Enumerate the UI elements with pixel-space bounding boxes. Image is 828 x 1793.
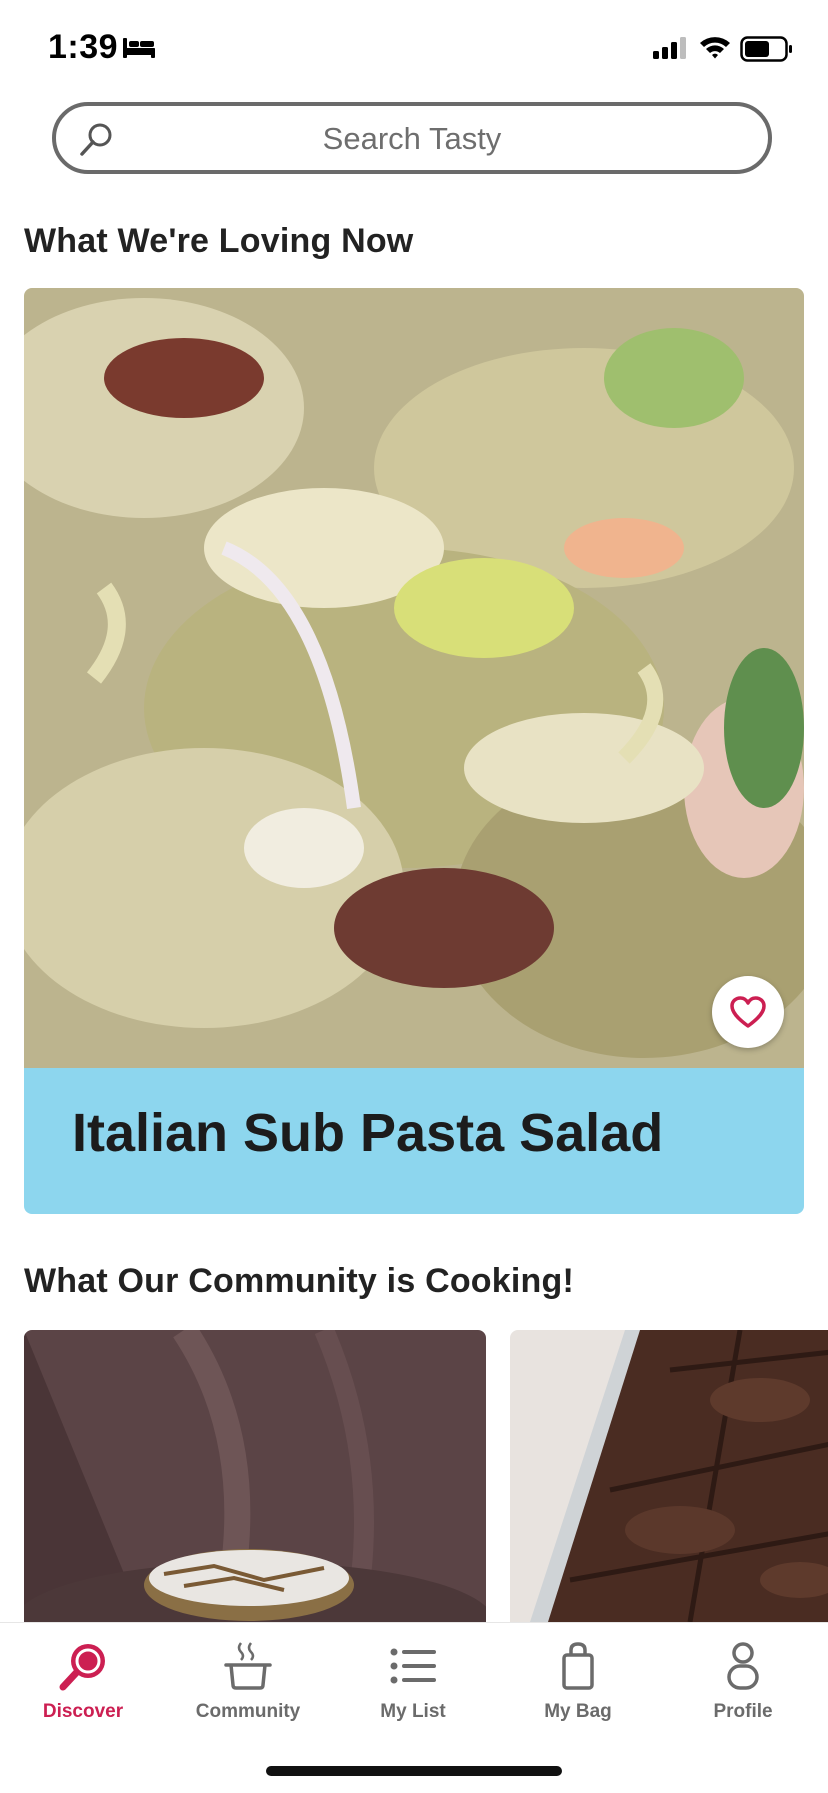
tab-label: Discover — [42, 1701, 124, 1722]
tab-profile[interactable]: Profile — [668, 1641, 818, 1723]
featured-section-title: What We're Loving Now — [24, 222, 414, 260]
profile-icon — [727, 1642, 759, 1690]
community-carousel[interactable] — [0, 1330, 828, 1622]
featured-recipe-card[interactable]: Italian Sub Pasta Salad — [24, 288, 804, 1214]
featured-recipe-banner: Italian Sub Pasta Salad — [24, 1068, 804, 1214]
tab-label: Community — [195, 1701, 301, 1722]
search-bar[interactable] — [52, 102, 772, 174]
tab-community[interactable]: Community — [173, 1641, 323, 1723]
list-icon — [390, 1648, 436, 1684]
community-section-title: What Our Community is Cooking! — [24, 1262, 574, 1300]
status-time: 1:39 — [48, 28, 119, 66]
heart-icon — [730, 996, 766, 1028]
community-recipe-card[interactable] — [510, 1330, 828, 1622]
bed-icon — [123, 38, 155, 58]
status-bar: 1:39 — [0, 0, 828, 100]
dessert-on-plate-photo — [24, 1330, 486, 1622]
bag-icon — [562, 1642, 594, 1690]
tab-my-list[interactable]: My List — [338, 1641, 488, 1723]
featured-recipe-title: Italian Sub Pasta Salad — [72, 1103, 664, 1163]
discover-icon — [59, 1644, 105, 1691]
signal-icon — [653, 37, 686, 59]
featured-recipe-image — [24, 288, 804, 1068]
wifi-icon — [700, 37, 730, 59]
battery-icon — [740, 36, 792, 62]
tab-label: Profile — [713, 1701, 773, 1722]
tab-label: My List — [380, 1701, 446, 1722]
tab-label: My Bag — [544, 1701, 612, 1722]
tab-my-bag[interactable]: My Bag — [503, 1641, 653, 1723]
tab-discover[interactable]: Discover — [8, 1641, 158, 1723]
search-input[interactable] — [126, 106, 698, 172]
search-icon — [80, 123, 112, 156]
home-indicator[interactable] — [266, 1766, 562, 1776]
community-recipe-card[interactable] — [24, 1330, 486, 1622]
cooking-pot-icon — [224, 1642, 272, 1690]
favorite-button[interactable] — [712, 976, 784, 1048]
chocolate-brownies-photo — [510, 1330, 828, 1622]
